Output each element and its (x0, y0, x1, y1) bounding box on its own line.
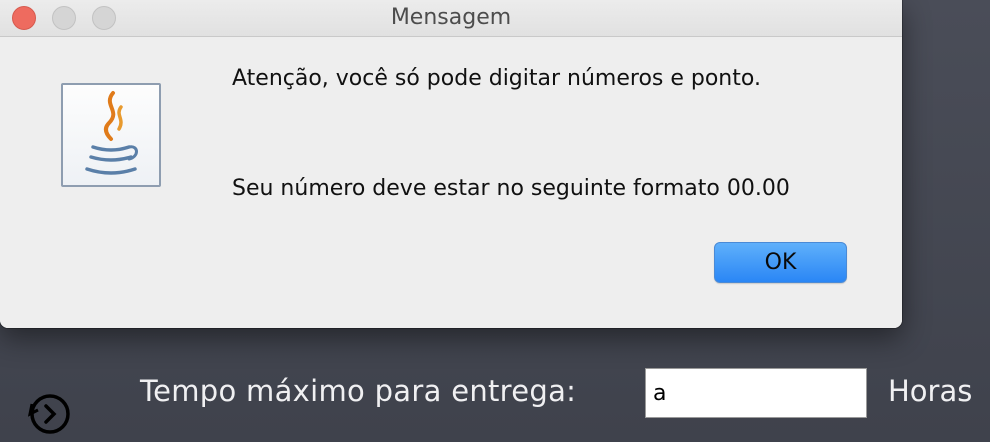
message-dialog: Mensagem Atenção, você só pode digitar n… (0, 0, 902, 328)
dialog-titlebar[interactable]: Mensagem (0, 0, 902, 37)
hours-units-label: Horas (888, 374, 973, 408)
delivery-time-label: Tempo máximo para entrega: (140, 374, 577, 408)
delivery-time-input[interactable] (645, 368, 867, 418)
dialog-title: Mensagem (390, 5, 512, 30)
dialog-body: Atenção, você só pode digitar números e … (0, 37, 902, 328)
ok-button[interactable]: OK (714, 242, 847, 283)
message-line-1: Atenção, você só pode digitar números e … (232, 66, 761, 91)
message-line-2: Seu número deve estar no seguinte format… (232, 176, 790, 201)
java-icon (61, 83, 161, 187)
history-icon[interactable] (26, 390, 74, 438)
